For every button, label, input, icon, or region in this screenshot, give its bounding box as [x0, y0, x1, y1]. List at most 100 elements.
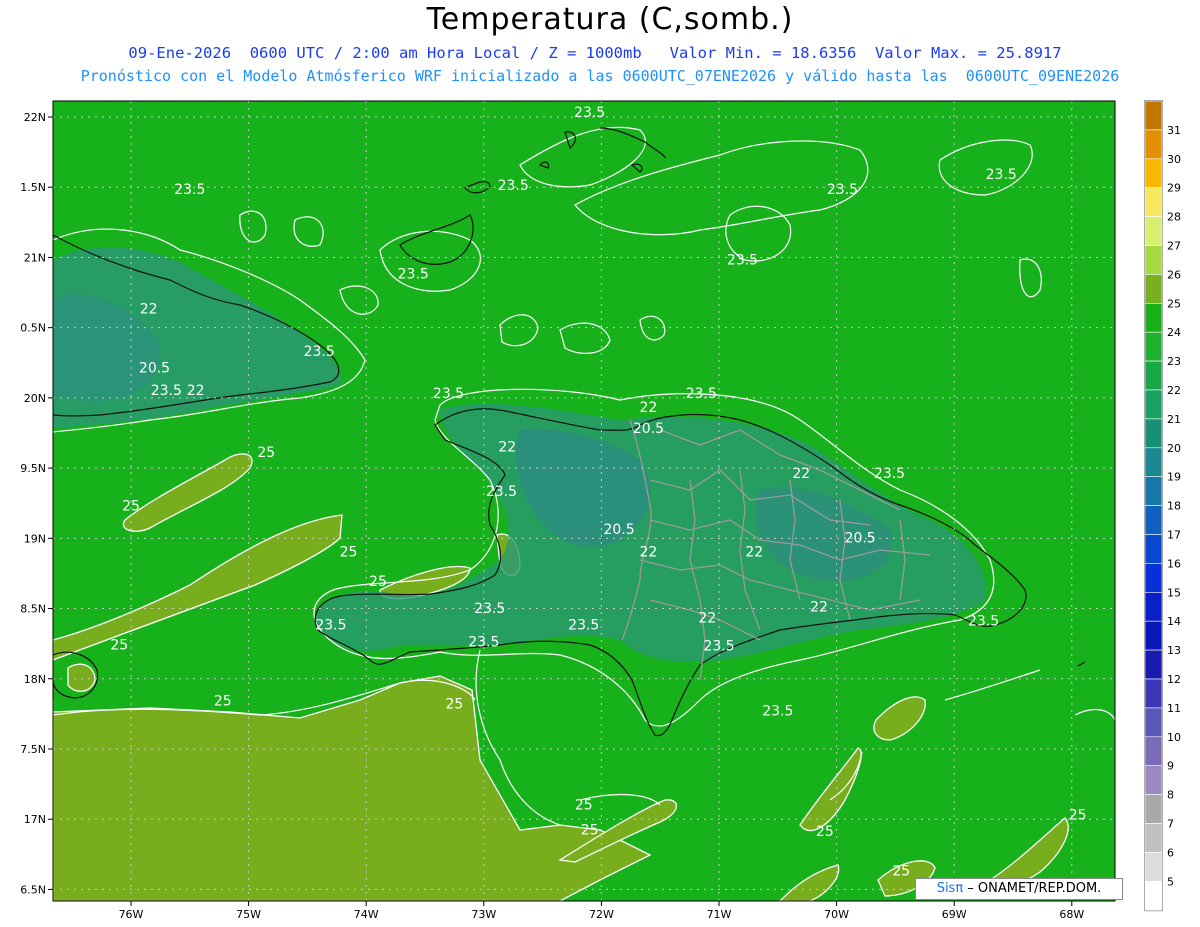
map-subtitle-time: 09-Ene-2026 0600 UTC / 2:00 am Hora Loca…	[128, 44, 1062, 62]
contour-label: 25	[110, 637, 128, 653]
lat-tick-label: 6.5N	[20, 883, 46, 896]
colorbar-swatch	[1144, 534, 1163, 564]
colorbar-label: 30	[1167, 153, 1181, 166]
contour-label: 22	[187, 383, 205, 399]
colorbar-swatch	[1144, 389, 1163, 420]
colorbar-label: 25	[1167, 297, 1181, 310]
colorbar-swatch	[1144, 591, 1163, 622]
contour-label: 23.5	[315, 618, 346, 634]
colorbar-label: 8	[1167, 789, 1174, 802]
colorbar-swatch	[1144, 852, 1163, 882]
lat-tick-label: 21N	[24, 251, 46, 264]
colorbar-swatch	[1144, 302, 1163, 333]
lon-tick-label: 76W	[119, 908, 144, 921]
colorbar-label: 15	[1167, 586, 1181, 599]
lon-tick-label: 71W	[707, 908, 732, 921]
colorbar-label: 21	[1167, 413, 1181, 426]
colorbar-swatch	[1144, 360, 1163, 391]
map-subtitle-model: Pronóstico con el Modelo Atmósferico WRF…	[80, 67, 1120, 85]
contour-label: 25	[892, 863, 910, 879]
contour-label: 23.5	[151, 383, 182, 399]
lon-tick-label: 72W	[589, 908, 614, 921]
lat-tick-label: 8.5N	[20, 603, 46, 616]
contour-label: 23.5	[486, 484, 517, 500]
contour-label: 20.5	[139, 361, 170, 377]
contour-label: 23.5	[762, 703, 793, 719]
colorbar-swatch	[1144, 418, 1163, 449]
colorbar-label: 11	[1167, 702, 1181, 715]
contour-label: 23.5	[703, 639, 734, 655]
lon-tick-label: 74W	[354, 908, 379, 921]
contour-label: 23.5	[686, 386, 717, 402]
temperature-map: 23.5 23.5 23.5 23.5 23.5 23.5 23.5 22 23.5 20.5 23…	[20, 100, 1181, 921]
colorbar-label: 31	[1167, 124, 1181, 137]
colorbar-label: 20	[1167, 442, 1181, 455]
colorbar-label: 18	[1167, 500, 1181, 513]
contour-label: 25	[575, 797, 593, 813]
colorbar-label: 22	[1167, 384, 1181, 397]
contour-label: 23.5	[468, 634, 499, 650]
lon-tick-label: 68W	[1059, 908, 1084, 921]
lat-tick-label: 20N	[24, 392, 46, 405]
colorbar-label: 13	[1167, 644, 1181, 657]
credit-logo: Sisπ	[936, 881, 964, 896]
lat-tick-label: 0.5N	[20, 322, 46, 335]
contour-label: 23.5	[986, 167, 1017, 183]
colorbar-label: 16	[1167, 557, 1181, 570]
colorbar-swatch	[1144, 649, 1163, 680]
contour-label: 22	[810, 599, 828, 615]
contour-label: 23.5	[727, 252, 758, 268]
colorbar-swatch	[1144, 447, 1163, 477]
contour-label: 20.5	[845, 531, 876, 547]
colorbar-label: 24	[1167, 326, 1181, 339]
colorbar-label: 23	[1167, 355, 1181, 368]
colorbar-swatch	[1144, 129, 1163, 160]
contour-label: 23.5	[304, 344, 335, 360]
colorbar-label: 5	[1167, 875, 1174, 888]
colorbar-label: 14	[1167, 615, 1181, 628]
contour-label: 25	[340, 545, 358, 561]
contour-label: 25	[257, 445, 275, 461]
colorbar-swatch	[1144, 331, 1163, 362]
lat-tick-label: 7.5N	[20, 743, 46, 756]
contour-label: 25	[122, 498, 140, 514]
colorbar-swatch	[1144, 100, 1163, 131]
lat-tick-label: 22N	[24, 111, 46, 124]
lat-tick-label: 19N	[24, 532, 46, 545]
contour-label: 23.5	[433, 386, 464, 402]
contour-label: 22	[140, 302, 158, 318]
colorbar-swatch	[1144, 216, 1163, 246]
colorbar-swatch	[1144, 245, 1163, 275]
contour-label: 25	[816, 824, 834, 840]
contour-label: 22	[640, 400, 658, 416]
contour-label: 23.5	[574, 105, 605, 121]
contour-label: 25	[1069, 807, 1087, 823]
colorbar-swatch	[1144, 476, 1163, 506]
lon-tick-label: 69W	[942, 908, 967, 921]
warm-sea-region	[67, 663, 96, 692]
colorbar-swatch	[1144, 678, 1163, 709]
contour-label: 22	[640, 545, 658, 561]
colorbar-label: 27	[1167, 240, 1181, 253]
colorbar: 31 30 29 28 27 26 25 24 23 22 21 20 19 18 17 16 15 14 13 12…	[1144, 100, 1181, 912]
contour-label: 22	[498, 439, 516, 455]
contour-label: 22	[698, 611, 716, 627]
colorbar-swatch	[1144, 620, 1163, 651]
contour-label: 23.5	[827, 182, 858, 198]
lat-tick-label: 1.5N	[20, 181, 46, 194]
colorbar-swatch	[1144, 736, 1163, 766]
contour-label: 23.5	[498, 178, 529, 194]
colorbar-label: 17	[1167, 529, 1181, 542]
contour-label: 22	[745, 545, 763, 561]
contour-label: 23.5	[874, 466, 905, 482]
contour-label: 23.5	[968, 613, 999, 629]
lon-tick-label: 75W	[236, 908, 261, 921]
colorbar-swatch	[1144, 707, 1163, 738]
contour-label: 25	[214, 693, 232, 709]
contour-label: 25	[445, 696, 463, 712]
colorbar-swatch	[1144, 563, 1163, 593]
colorbar-label: 7	[1167, 818, 1174, 831]
colorbar-swatch	[1144, 187, 1163, 217]
colorbar-label: 6	[1167, 846, 1174, 859]
contour-label: 22	[792, 466, 810, 482]
